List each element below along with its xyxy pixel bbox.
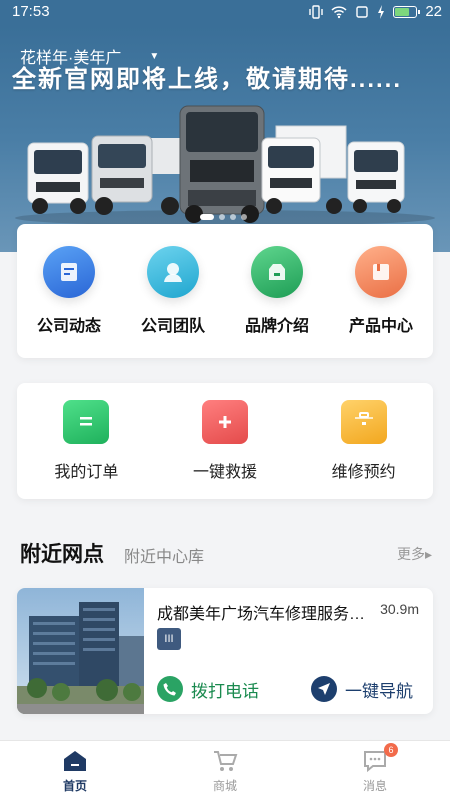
wifi-icon <box>331 5 347 18</box>
shortcut-label: 产品中心 <box>348 318 413 335</box>
charging-icon <box>378 4 385 19</box>
carousel-dot[interactable] <box>219 214 225 220</box>
service-label: 一键救援 <box>192 464 257 481</box>
tab-messages[interactable]: 6 消息 <box>300 741 450 800</box>
station-name: 成都美年广场汽车修理服务中心 <box>157 606 367 623</box>
tab-label: 商城 <box>212 779 237 793</box>
brand-icon <box>251 246 303 298</box>
tab-label: 首页 <box>62 779 87 793</box>
battery-percent: 22 <box>425 3 442 20</box>
carousel-dot[interactable] <box>200 214 214 220</box>
carousel-dot[interactable] <box>230 214 236 220</box>
shortcut-brand-intro[interactable]: 品牌介绍 <box>227 246 327 336</box>
trucks-illustration <box>15 105 435 226</box>
call-button[interactable]: 拨打电话 <box>157 676 259 702</box>
carousel-dot[interactable] <box>241 214 247 220</box>
navigate-label: 一键导航 <box>345 681 413 701</box>
tab-home[interactable]: 首页 <box>0 741 150 800</box>
service-my-orders[interactable]: 我的订单 <box>36 400 136 482</box>
shortcut-label: 公司团队 <box>140 318 205 335</box>
more-link[interactable]: 更多▸ <box>397 544 432 564</box>
station-level-badge: III <box>157 628 181 650</box>
carousel-indicator <box>200 214 247 220</box>
service-label: 维修预约 <box>331 464 396 481</box>
news-icon <box>43 246 95 298</box>
battery-icon <box>393 5 421 18</box>
order-icon <box>63 400 110 444</box>
section-title: 附近网点 <box>20 543 104 566</box>
sim-icon <box>356 5 369 18</box>
nearby-section-header: 附近网点 附近中心库 更多▸ <box>20 538 432 568</box>
navigate-button[interactable]: 一键导航 <box>311 676 413 702</box>
status-bar: 17:53 22 <box>0 0 450 26</box>
unread-badge: 6 <box>383 743 398 757</box>
home-icon <box>63 751 86 771</box>
station-card[interactable]: 成都美年广场汽车修理服务中心 30.9m III 拨打电话 一键导航 <box>17 588 433 714</box>
bottom-tab-bar: 首页 商城 6 消息 <box>0 740 450 800</box>
service-repair-booking[interactable]: 维修预约 <box>314 400 414 482</box>
call-label: 拨打电话 <box>191 681 259 701</box>
tab-mall[interactable]: 商城 <box>150 741 300 800</box>
services-card: 我的订单 一键救援 维修预约 <box>17 383 433 499</box>
battery-level <box>395 7 409 16</box>
banner-slogan: 全新官网即将上线，敬请期待...... <box>12 66 403 93</box>
shortcut-product-center[interactable]: 产品中心 <box>331 246 431 336</box>
shortcut-company-team[interactable]: 公司团队 <box>123 246 223 336</box>
product-icon <box>355 246 407 298</box>
shortcut-card: 公司动态 公司团队 品牌介绍 产品中心 <box>17 224 433 358</box>
service-label: 我的订单 <box>54 464 119 481</box>
vibrate-icon <box>309 4 324 19</box>
rescue-icon <box>201 400 248 444</box>
cart-icon <box>213 751 238 771</box>
tab-label: 消息 <box>362 779 387 793</box>
shortcut-company-news[interactable]: 公司动态 <box>19 246 119 336</box>
repair-toolbox-icon <box>340 400 387 444</box>
status-icons: 22 <box>309 3 442 20</box>
shortcut-label: 公司动态 <box>36 318 101 335</box>
station-distance: 30.9m <box>380 601 419 617</box>
service-rescue[interactable]: 一键救援 <box>175 400 275 482</box>
navigation-arrow-icon <box>311 676 337 702</box>
hero-banner[interactable]: 花样年·美年广 ▼ 全新官网即将上线，敬请期待...... <box>0 26 450 252</box>
shortcut-label: 品牌介绍 <box>244 318 309 335</box>
status-time: 17:53 <box>12 3 50 20</box>
phone-icon <box>157 676 183 702</box>
section-subtitle[interactable]: 附近中心库 <box>124 543 204 567</box>
team-icon <box>147 246 199 298</box>
station-photo <box>17 588 144 714</box>
